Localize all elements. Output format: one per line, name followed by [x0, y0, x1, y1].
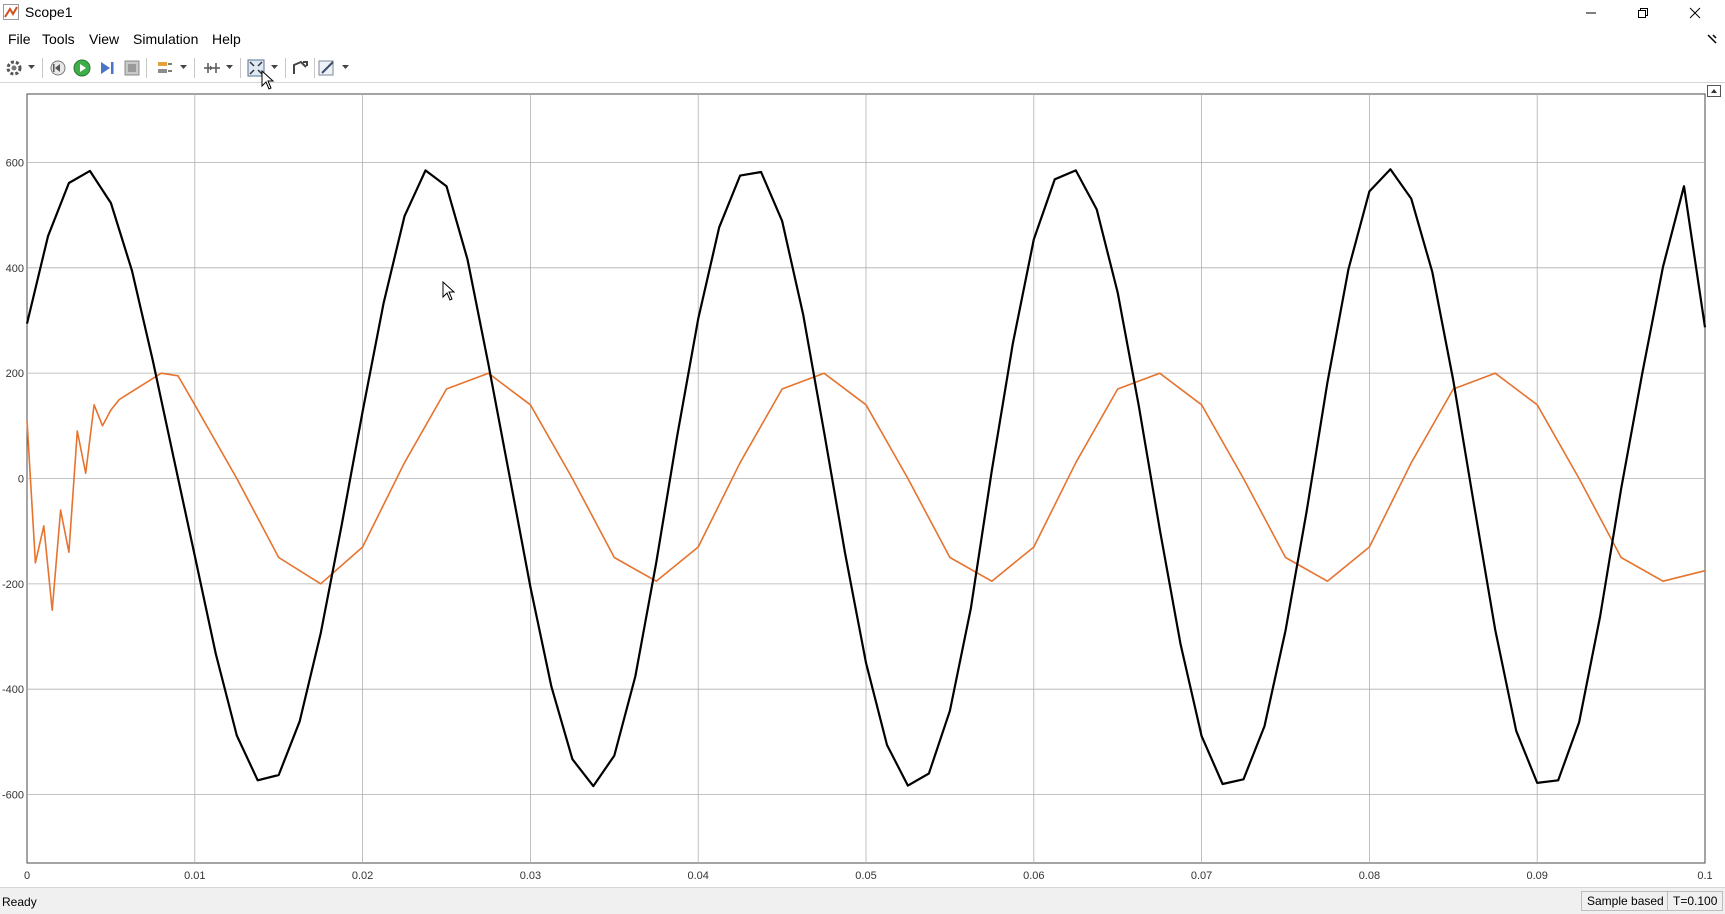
toolbar-separator — [240, 58, 241, 78]
restore-icon — [1637, 7, 1648, 18]
mouse-cursor-icon — [442, 281, 456, 301]
mouse-cursor-icon — [261, 70, 275, 90]
scope-chart[interactable]: 0 0.01 0.02 0.03 0.04 0.05 0.06 0.07 0.08 0.09 0.1… — [0, 83, 1725, 883]
toolbar-separator — [146, 58, 147, 78]
x-tick-label: 0.03 — [520, 870, 541, 882]
menu-help[interactable]: Help — [212, 31, 241, 47]
x-tick-label: 0.1 — [1697, 870, 1712, 882]
close-button[interactable] — [1669, 0, 1720, 25]
menu-file[interactable]: File — [8, 31, 31, 47]
menu-bar: File Tools View Simulation Help — [0, 28, 1725, 50]
x-tick-label: 0.04 — [687, 870, 708, 882]
matlab-app-icon — [3, 4, 19, 20]
run-icon[interactable] — [72, 58, 92, 78]
y-tick-label: -200 — [2, 579, 24, 591]
x-tick-label: 0.08 — [1359, 870, 1380, 882]
status-bar: Ready Sample based T=0.100 — [0, 887, 1725, 914]
style-dropdown-icon[interactable] — [342, 65, 349, 70]
y-tick-label: 600 — [6, 157, 24, 169]
cursor-measurements-icon[interactable] — [202, 58, 222, 78]
minimize-button[interactable] — [1565, 0, 1616, 25]
x-tick-label: 0.02 — [352, 870, 373, 882]
x-tick-label: 0.09 — [1526, 870, 1547, 882]
x-tick-label: 0.05 — [855, 870, 876, 882]
close-icon — [1689, 7, 1700, 18]
scope-plot-area[interactable]: 0 0.01 0.02 0.03 0.04 0.05 0.06 0.07 0.08 0.09 0.1… — [0, 83, 1725, 883]
x-tick-label: 0.06 — [1023, 870, 1044, 882]
menu-simulation[interactable]: Simulation — [133, 31, 198, 47]
autoscale-icon[interactable] — [290, 58, 310, 78]
toolbar-separator — [42, 58, 43, 78]
sample-mode-indicator: Sample based — [1581, 891, 1670, 911]
x-tick-label: 0.01 — [184, 870, 205, 882]
y-tick-label: -400 — [2, 684, 24, 696]
toolbar — [0, 52, 1725, 83]
style-icon[interactable] — [317, 58, 337, 78]
highlight-signals-icon[interactable] — [155, 58, 175, 78]
pin-icon[interactable] — [1705, 32, 1719, 46]
settings-icon[interactable] — [4, 58, 24, 78]
restore-button[interactable] — [1617, 0, 1668, 25]
settings-dropdown-icon[interactable] — [28, 65, 35, 70]
step-back-icon[interactable] — [48, 58, 68, 78]
y-tick-label: 200 — [6, 368, 24, 380]
window-title: Scope1 — [25, 4, 73, 20]
menu-view[interactable]: View — [89, 31, 119, 47]
highlight-dropdown-icon[interactable] — [180, 65, 187, 70]
status-ready-text: Ready — [2, 895, 37, 909]
y-tick-label: -600 — [2, 790, 24, 802]
x-tick-label: 0 — [24, 870, 30, 882]
undock-axes-icon[interactable] — [1707, 85, 1721, 97]
y-tick-label: 400 — [6, 263, 24, 275]
measurements-dropdown-icon[interactable] — [226, 65, 233, 70]
minimize-icon — [1585, 12, 1596, 13]
title-bar: Scope1 — [0, 0, 1725, 25]
simulation-time-indicator: T=0.100 — [1667, 891, 1724, 911]
toolbar-separator — [285, 58, 286, 78]
toolbar-separator — [194, 58, 195, 78]
stop-icon[interactable] — [122, 58, 142, 78]
menu-tools[interactable]: Tools — [42, 31, 75, 47]
y-tick-label: 0 — [18, 474, 24, 486]
x-tick-label: 0.07 — [1191, 870, 1212, 882]
toolbar-separator — [314, 58, 315, 78]
step-forward-icon[interactable] — [97, 58, 117, 78]
